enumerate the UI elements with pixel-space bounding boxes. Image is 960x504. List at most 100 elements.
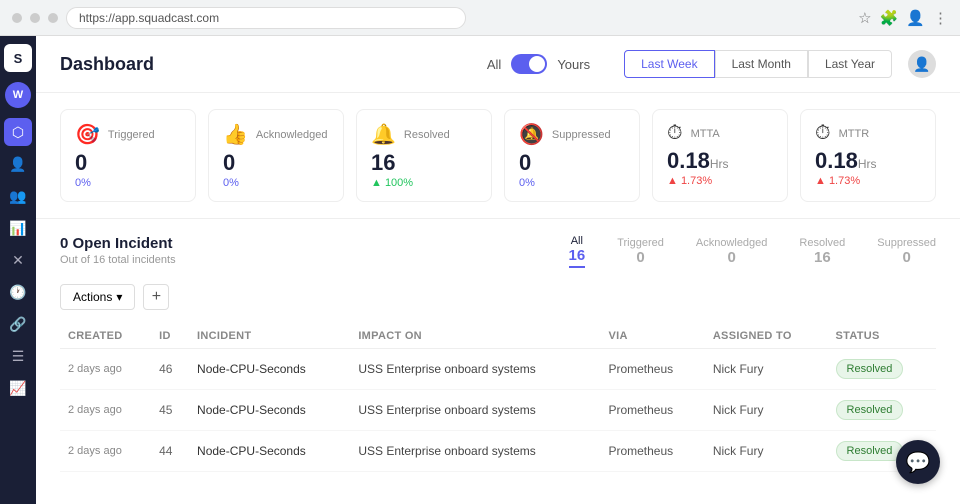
last-month-button[interactable]: Last Month (715, 50, 808, 78)
sidebar-item-analytics[interactable]: 📊 (4, 214, 32, 242)
row-0-impact: USS Enterprise onboard systems (350, 349, 600, 390)
stat-header-mtta: ⏱ MTTA (667, 122, 773, 145)
last-year-button[interactable]: Last Year (808, 50, 892, 78)
add-incident-button[interactable]: + (143, 284, 169, 310)
top-bar-center: All Yours Last Week Last Month Last Year (487, 50, 892, 78)
status-badge: Resolved (836, 441, 904, 461)
stat-card-triggered: 🎯 Triggered 0 0% (60, 109, 196, 202)
col-via: Via (600, 324, 704, 349)
top-bar: Dashboard All Yours Last Week Last Month… (36, 36, 960, 93)
incidents-section: 0 Open Incident Out of 16 total incident… (36, 219, 960, 488)
acknowledged-label: Acknowledged (256, 129, 328, 141)
sidebar-item-integrations[interactable]: 🔗 (4, 310, 32, 338)
sidebar-item-services[interactable]: ✕ (4, 246, 32, 274)
main-content: Dashboard All Yours Last Week Last Month… (36, 36, 960, 504)
stat-header-triggered: 🎯 Triggered (75, 122, 181, 147)
actions-button[interactable]: Actions ▾ (60, 284, 135, 310)
star-icon[interactable]: ☆ (858, 9, 871, 27)
row-1-status: Resolved (828, 390, 936, 431)
sidebar-logo[interactable]: S (4, 44, 32, 72)
chat-icon: 💬 (906, 450, 931, 475)
col-incident: Incident (189, 324, 350, 349)
row-2-incident: Node-CPU-Seconds (189, 431, 350, 472)
stat-header-resolved: 🔔 Resolved (371, 122, 477, 147)
chat-fab-button[interactable]: 💬 (896, 440, 940, 484)
acknowledged-sub: 0% (223, 177, 329, 189)
col-assigned-to: Assigned To (705, 324, 828, 349)
stat-header-acknowledged: 👍 Acknowledged (223, 122, 329, 147)
sidebar-avatar[interactable]: W (5, 82, 31, 108)
tab-all[interactable]: All 16 (569, 235, 586, 268)
toggle-knob (529, 56, 545, 72)
row-0-id: 46 (151, 349, 189, 390)
triggered-value: 0 (75, 151, 181, 175)
incidents-title: 0 Open Incident (60, 235, 176, 252)
chevron-down-icon: ▾ (116, 290, 122, 304)
all-yours-toggle[interactable] (511, 54, 547, 74)
time-filter-buttons: Last Week Last Month Last Year (624, 50, 892, 78)
acknowledged-icon: 👍 (223, 122, 248, 147)
triggered-label: Triggered (108, 129, 155, 141)
stat-header-mttr: ⏱ MTTR (815, 122, 921, 145)
col-id: ID (151, 324, 189, 349)
browser-refresh[interactable] (48, 13, 58, 23)
sidebar-item-dashboard[interactable]: ⬡ (4, 118, 32, 146)
sidebar-item-teams[interactable]: 👥 (4, 182, 32, 210)
browser-icons: ☆ 🧩 👤 ⋮ (858, 9, 948, 27)
row-0-incident: Node-CPU-Seconds (189, 349, 350, 390)
extension-icon[interactable]: 🧩 (880, 9, 899, 27)
profile-icon[interactable]: 👤 (906, 9, 925, 27)
sidebar-item-runbooks[interactable]: ☰ (4, 342, 32, 370)
table-row[interactable]: 2 days ago 46 Node-CPU-Seconds USS Enter… (60, 349, 936, 390)
menu-icon[interactable]: ⋮ (933, 9, 948, 27)
tab-resolved[interactable]: Resolved 16 (799, 237, 845, 266)
table-row[interactable]: 2 days ago 45 Node-CPU-Seconds USS Enter… (60, 390, 936, 431)
browser-url-bar[interactable]: https://app.squadcast.com (66, 7, 466, 29)
tab-triggered[interactable]: Triggered 0 (617, 237, 664, 266)
row-1-assigned: Nick Fury (705, 390, 828, 431)
tab-triggered-count: 0 (617, 249, 664, 266)
suppressed-value: 0 (519, 151, 625, 175)
tab-acknowledged[interactable]: Acknowledged 0 (696, 237, 768, 266)
triggered-sub: 0% (75, 177, 181, 189)
stats-row: 🎯 Triggered 0 0% 👍 Acknowledged 0 0% 🔔 (36, 93, 960, 219)
sidebar-item-schedules[interactable]: 🕐 (4, 278, 32, 306)
tab-triggered-label: Triggered (617, 237, 664, 249)
status-badge: Resolved (836, 400, 904, 420)
mttr-icon: ⏱ (815, 122, 831, 145)
sidebar-item-reports[interactable]: 📈 (4, 374, 32, 402)
browser-forward[interactable] (30, 13, 40, 23)
last-week-button[interactable]: Last Week (624, 50, 714, 78)
top-user-icon[interactable]: 👤 (908, 50, 936, 78)
mtta-label: MTTA (691, 128, 720, 140)
table-row[interactable]: 2 days ago 44 Node-CPU-Seconds USS Enter… (60, 431, 936, 472)
row-1-id: 45 (151, 390, 189, 431)
tab-suppressed[interactable]: Suppressed 0 (877, 237, 936, 266)
tab-suppressed-label: Suppressed (877, 237, 936, 249)
triggered-icon: 🎯 (75, 122, 100, 147)
toggle-all-label: All (487, 57, 501, 72)
incidents-subtitle: Out of 16 total incidents (60, 254, 176, 266)
stat-header-suppressed: 🔕 Suppressed (519, 122, 625, 147)
toggle-yours-label: Yours (557, 57, 590, 72)
resolved-value: 16 (371, 151, 477, 175)
actions-label: Actions (73, 290, 112, 304)
row-2-via: Prometheus (600, 431, 704, 472)
row-2-id: 44 (151, 431, 189, 472)
table-body: 2 days ago 46 Node-CPU-Seconds USS Enter… (60, 349, 936, 472)
browser-back[interactable] (12, 13, 22, 23)
mtta-sub: ▲ 1.73% (667, 175, 773, 187)
table: Created ID Incident Impact On Via Assign… (60, 324, 936, 472)
row-2-assigned: Nick Fury (705, 431, 828, 472)
mttr-unit: Hrs (858, 157, 877, 171)
suppressed-label: Suppressed (552, 129, 611, 141)
sidebar-item-users[interactable]: 👤 (4, 150, 32, 178)
mttr-label: MTTR (839, 128, 870, 140)
col-status: Status (828, 324, 936, 349)
mtta-value: 0.18Hrs (667, 149, 773, 173)
mtta-icon: ⏱ (667, 122, 683, 145)
resolved-icon: 🔔 (371, 122, 396, 147)
tab-resolved-label: Resolved (799, 237, 845, 249)
table-header: Created ID Incident Impact On Via Assign… (60, 324, 936, 349)
row-2-impact: USS Enterprise onboard systems (350, 431, 600, 472)
